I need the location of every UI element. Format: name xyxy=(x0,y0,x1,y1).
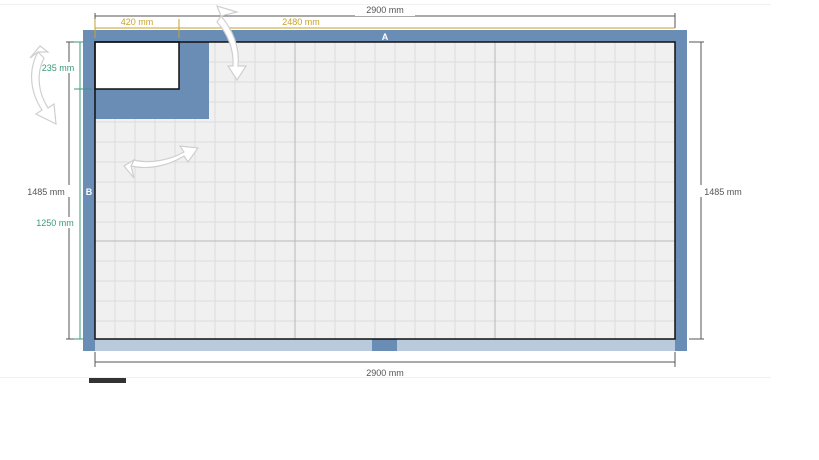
rotate-arrow-icon[interactable] xyxy=(29,45,57,126)
bottom-tab-handle[interactable] xyxy=(89,378,126,383)
wall-a-label: A xyxy=(382,32,389,42)
left-total-label: 1485 mm xyxy=(27,187,65,197)
top-total-label: 2900 mm xyxy=(366,5,404,15)
top-segment-2-label: 2480 mm xyxy=(282,17,320,27)
right-total-label: 1485 mm xyxy=(704,187,742,197)
left-segment-1-label: 235 mm xyxy=(42,63,75,73)
bottom-total-dimension xyxy=(94,352,676,367)
top-segment-1-label: 420 mm xyxy=(121,17,154,27)
wall-b-label: B xyxy=(86,187,93,197)
bottom-door-marker[interactable] xyxy=(372,339,397,351)
wall-right[interactable] xyxy=(675,30,687,351)
left-segment-2-label: 1250 mm xyxy=(36,218,74,228)
floor-plan-svg: A B 2900 mm 420 mm 2480 mm 2900 mm 1485 … xyxy=(22,5,748,378)
corner-cutout[interactable] xyxy=(94,41,180,90)
bottom-total-label: 2900 mm xyxy=(366,368,404,378)
